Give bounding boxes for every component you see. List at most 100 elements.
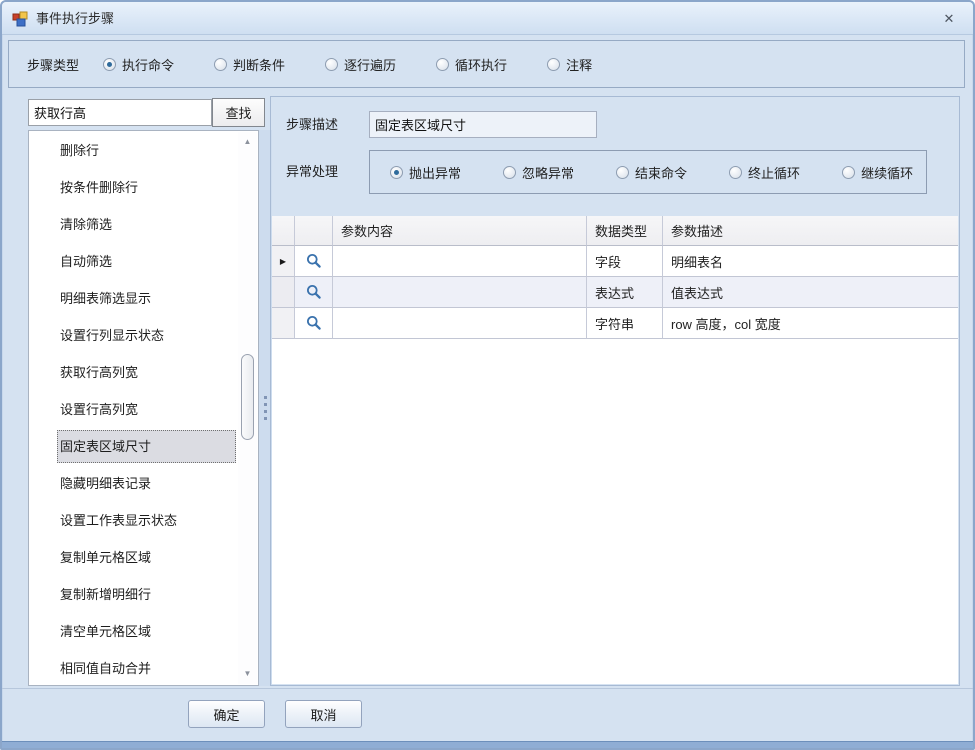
scroll-down-icon[interactable]: ▼ [238, 666, 257, 682]
radio-ignore-exception[interactable]: 忽略异常 [503, 163, 574, 182]
list-item-label: 按条件删除行 [60, 180, 138, 195]
list-item[interactable]: 复制新增明细行 [29, 576, 237, 613]
data-type-cell: 字符串 [587, 308, 663, 339]
param-desc-cell: row 高度，col 宽度 [663, 308, 958, 339]
list-item-label: 隐藏明细表记录 [60, 476, 151, 491]
grid-header-lookup [295, 216, 333, 246]
table-row[interactable]: 表达式 值表达式 [272, 277, 958, 308]
list-item[interactable]: 明细表筛选显示 [29, 280, 237, 317]
radio-label: 继续循环 [861, 163, 913, 182]
current-row-indicator-icon: ▶ [280, 257, 286, 266]
radio-label: 执行命令 [122, 55, 174, 74]
list-item-label: 获取行高列宽 [60, 365, 138, 380]
param-content-cell[interactable] [333, 277, 587, 308]
exception-handling-group: 抛出异常 忽略异常 结束命令 终止循环 继续循环 [369, 150, 927, 194]
list-item[interactable]: 隐藏明细表记录 [29, 465, 237, 502]
list-item-label: 设置工作表显示状态 [60, 513, 177, 528]
params-grid: 参数内容 数据类型 参数描述 ▶ 字段 明细表名 [272, 216, 958, 684]
radio-loop-execute[interactable]: 循环执行 [436, 55, 507, 74]
list-item[interactable]: 清空单元格区域 [29, 613, 237, 650]
magnifier-icon[interactable] [295, 277, 332, 307]
list-item-label: 明细表筛选显示 [60, 291, 151, 306]
radio-icon [547, 58, 560, 71]
step-type-radio-group: 执行命令 判断条件 逐行遍历 循环执行 注释 [103, 55, 592, 74]
step-type-label: 步骤类型 [27, 55, 91, 74]
radio-label: 抛出异常 [409, 163, 461, 182]
cancel-button[interactable]: 取消 [285, 700, 362, 728]
list-scrollbar[interactable]: ▲ ▼ [238, 132, 257, 684]
param-content-cell[interactable] [333, 308, 587, 339]
list-item-label: 清空单元格区域 [60, 624, 151, 639]
find-button[interactable]: 查找 [212, 98, 265, 127]
radio-icon [214, 58, 227, 71]
search-input[interactable] [28, 99, 212, 126]
lookup-cell [295, 277, 333, 308]
list-item-label: 删除行 [60, 143, 99, 158]
radio-execute-command[interactable]: 执行命令 [103, 55, 174, 74]
list-item[interactable]: 按条件删除行 [29, 169, 237, 206]
radio-end-command[interactable]: 结束命令 [616, 163, 687, 182]
radio-icon [436, 58, 449, 71]
radio-row-traverse[interactable]: 逐行遍历 [325, 55, 396, 74]
list-item-label: 复制单元格区域 [60, 550, 151, 565]
grid-header-param-desc[interactable]: 参数描述 [663, 216, 958, 246]
radio-label: 逐行遍历 [344, 55, 396, 74]
radio-judge-condition[interactable]: 判断条件 [214, 55, 285, 74]
radio-icon [390, 166, 403, 179]
list-item[interactable]: 获取行高列宽 [29, 354, 237, 391]
list-item-label: 复制新增明细行 [60, 587, 151, 602]
ok-button[interactable]: 确定 [188, 700, 265, 728]
table-row[interactable]: 字符串 row 高度，col 宽度 [272, 308, 958, 339]
close-icon[interactable]: ✕ [938, 9, 960, 29]
list-item-label: 清除筛选 [60, 217, 112, 232]
radio-label: 循环执行 [455, 55, 507, 74]
list-item-label: 设置行高列宽 [60, 402, 138, 417]
app-form-icon [12, 11, 28, 27]
list-item[interactable]: 自动筛选 [29, 243, 237, 280]
radio-continue-loop[interactable]: 继续循环 [842, 163, 913, 182]
row-header-cell [272, 308, 295, 339]
grid-header-data-type[interactable]: 数据类型 [587, 216, 663, 246]
radio-icon [103, 58, 116, 71]
radio-icon [503, 166, 516, 179]
radio-stop-loop[interactable]: 终止循环 [729, 163, 800, 182]
param-desc-cell: 明细表名 [663, 246, 958, 277]
scroll-up-icon[interactable]: ▲ [238, 134, 257, 150]
radio-label: 忽略异常 [522, 163, 574, 182]
lookup-cell [295, 308, 333, 339]
list-item-selected[interactable]: 固定表区域尺寸 [29, 428, 237, 465]
title-bar: 事件执行步骤 ✕ [2, 2, 973, 35]
window-title: 事件执行步骤 [36, 2, 114, 35]
radio-label: 终止循环 [748, 163, 800, 182]
step-type-panel: 步骤类型 执行命令 判断条件 逐行遍历 循环执行 注释 [8, 40, 965, 88]
list-item[interactable]: 设置行高列宽 [29, 391, 237, 428]
radio-comment[interactable]: 注释 [547, 55, 592, 74]
radio-throw-exception[interactable]: 抛出异常 [390, 163, 461, 182]
row-header-cell [272, 277, 295, 308]
magnifier-icon[interactable] [295, 246, 332, 276]
list-item[interactable]: 相同值自动合并 [29, 650, 237, 686]
row-header-cell: ▶ [272, 246, 295, 277]
scrollbar-thumb[interactable] [241, 354, 254, 440]
param-desc-cell: 值表达式 [663, 277, 958, 308]
step-description-input[interactable] [369, 111, 597, 138]
list-item[interactable]: 删除行 [29, 132, 237, 169]
param-content-cell[interactable] [333, 246, 587, 277]
footer-divider [2, 688, 973, 689]
radio-icon [842, 166, 855, 179]
lookup-cell [295, 246, 333, 277]
list-item[interactable]: 复制单元格区域 [29, 539, 237, 576]
radio-icon [616, 166, 629, 179]
grid-header-param-content[interactable]: 参数内容 [333, 216, 587, 246]
magnifier-icon[interactable] [295, 308, 332, 338]
command-list-items: 删除行 按条件删除行 清除筛选 自动筛选 明细表筛选显示 设置行列显示状态 获取… [29, 132, 237, 686]
list-item[interactable]: 清除筛选 [29, 206, 237, 243]
list-item-label: 自动筛选 [60, 254, 112, 269]
radio-label: 判断条件 [233, 55, 285, 74]
list-item[interactable]: 设置行列显示状态 [29, 317, 237, 354]
exception-radio-group: 抛出异常 忽略异常 结束命令 终止循环 继续循环 [390, 163, 913, 182]
table-row[interactable]: ▶ 字段 明细表名 [272, 246, 958, 277]
list-item-label: 固定表区域尺寸 [60, 439, 151, 454]
list-item[interactable]: 设置工作表显示状态 [29, 502, 237, 539]
dialog-bottom-edge [2, 741, 973, 748]
